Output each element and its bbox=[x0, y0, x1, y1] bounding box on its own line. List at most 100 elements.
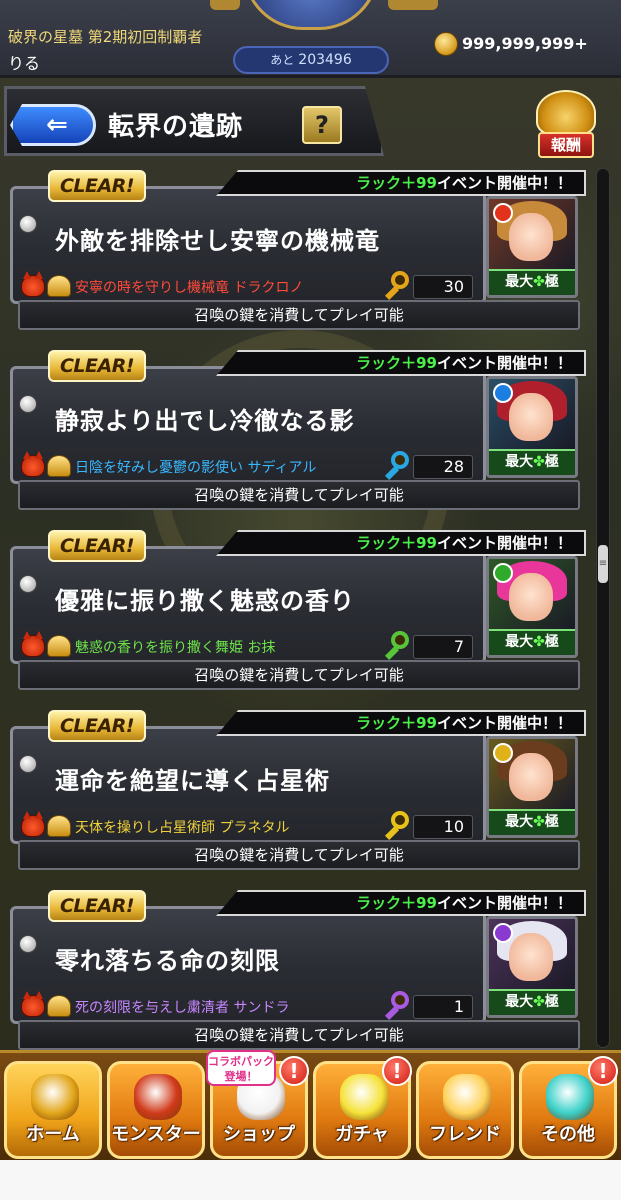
monster-icon bbox=[134, 1074, 182, 1120]
devil-icon bbox=[21, 811, 45, 837]
quest-title: 運命を絶望に導く占星術 bbox=[55, 766, 330, 795]
event-label: イベント開催中！！ bbox=[436, 174, 572, 192]
key-icon bbox=[383, 271, 409, 301]
quest-card[interactable]: 運命を絶望に導く占星術 天体を操りし占星術師 プラネタル 10 bbox=[10, 726, 486, 844]
collab-pack-tag: コラボパック 登場！ bbox=[206, 1050, 276, 1086]
monster-thumbnail[interactable]: 最大✤極 bbox=[486, 736, 578, 838]
max-suffix: 極 bbox=[544, 274, 559, 290]
quest-item[interactable]: 外敵を排除せし安寧の機械竜 安寧の時を守りし機械竜 ドラクロノ 30 CLEAR… bbox=[10, 168, 588, 338]
boss-row: 日陰を好みし憂鬱の影使い サディアル 28 bbox=[21, 451, 481, 481]
quest-item[interactable]: 静寂より出でし冷徹なる影 日陰を好みし憂鬱の影使い サディアル 28 CLEAR… bbox=[10, 348, 588, 518]
rank-orb[interactable]: 1564 bbox=[243, 0, 379, 30]
play-condition-bar: 召喚の鍵を消費してプレイ可能 bbox=[18, 1020, 580, 1050]
clover-icon: ✤ bbox=[533, 274, 545, 290]
luck-bonus-label: ラック＋99 bbox=[356, 354, 437, 372]
nav-item-friend[interactable]: フレンド bbox=[416, 1061, 514, 1159]
exp-value: 203496 bbox=[298, 52, 352, 68]
quest-title: 優雅に振り撒く魅惑の香り bbox=[55, 586, 355, 615]
clear-badge: CLEAR! bbox=[48, 530, 146, 562]
play-condition-bar: 召喚の鍵を消費してプレイ可能 bbox=[18, 480, 580, 510]
exp-remaining: あと 203496 bbox=[233, 46, 389, 74]
scrollbar-thumb[interactable]: ≡ bbox=[598, 545, 608, 583]
back-button[interactable]: ⇐ bbox=[10, 104, 96, 146]
luck-bonus-label: ラック＋99 bbox=[356, 894, 437, 912]
reward-button[interactable]: 報酬 bbox=[528, 90, 604, 164]
status-decoration bbox=[210, 0, 240, 10]
clover-icon: ✤ bbox=[533, 994, 545, 1010]
clear-badge: CLEAR! bbox=[48, 890, 146, 922]
event-banner: ラック＋99イベント開催中！！ bbox=[216, 530, 586, 556]
scrollbar-track[interactable] bbox=[596, 168, 610, 1048]
key-count: 7 bbox=[413, 635, 473, 659]
element-icon bbox=[493, 203, 513, 223]
quest-card[interactable]: 零れ落ちる命の刻限 死の刻限を与えし粛清者 サンドラ 1 bbox=[10, 906, 486, 1024]
event-label: イベント開催中！！ bbox=[436, 354, 572, 372]
quest-card[interactable]: 外敵を排除せし安寧の機械竜 安寧の時を守りし機械竜 ドラクロノ 30 bbox=[10, 186, 486, 304]
boss-name: 日陰を好みし憂鬱の影使い サディアル bbox=[75, 460, 317, 476]
max-luck-label: 最大✤極 bbox=[489, 269, 575, 295]
max-luck-label: 最大✤極 bbox=[489, 809, 575, 835]
luck-bonus-label: ラック＋99 bbox=[356, 534, 437, 552]
quest-item[interactable]: 運命を絶望に導く占星術 天体を操りし占星術師 プラネタル 10 CLEAR! ラ… bbox=[10, 708, 588, 878]
other-icon bbox=[546, 1074, 594, 1120]
max-suffix: 極 bbox=[544, 994, 559, 1010]
clear-badge: CLEAR! bbox=[48, 170, 146, 202]
max-text: 最大 bbox=[505, 994, 534, 1010]
boss-name: 安寧の時を守りし機械竜 ドラクロノ bbox=[75, 280, 304, 296]
back-arrow-icon: ⇐ bbox=[46, 110, 68, 140]
play-condition-bar: 召喚の鍵を消費してプレイ可能 bbox=[18, 840, 580, 870]
friend-icon bbox=[443, 1074, 491, 1120]
boss-name: 天体を操りし占星術師 プラネタル bbox=[75, 820, 290, 836]
chest-icon bbox=[47, 455, 71, 477]
play-condition-bar: 召喚の鍵を消費してプレイ可能 bbox=[18, 660, 580, 690]
clover-icon: ✤ bbox=[533, 454, 545, 470]
alert-icon: ! bbox=[279, 1056, 309, 1086]
alert-icon: ! bbox=[588, 1056, 618, 1086]
key-icon bbox=[383, 991, 409, 1021]
key-count: 30 bbox=[413, 275, 473, 299]
quest-title: 静寂より出でし冷徹なる影 bbox=[55, 406, 355, 435]
nav-label: ショップ bbox=[223, 1124, 295, 1145]
nav-item-home[interactable]: ホーム bbox=[4, 1061, 102, 1159]
quest-item[interactable]: 優雅に振り撒く魅惑の香り 魅惑の香りを振り撒く舞姫 お抹 7 CLEAR! ラッ… bbox=[10, 528, 588, 698]
monster-thumbnail[interactable]: 最大✤極 bbox=[486, 196, 578, 298]
key-icon bbox=[383, 631, 409, 661]
monster-thumbnail[interactable]: 最大✤極 bbox=[486, 556, 578, 658]
quest-card[interactable]: 優雅に振り撒く魅惑の香り 魅惑の香りを振り撒く舞姫 お抹 7 bbox=[10, 546, 486, 664]
chest-icon bbox=[47, 635, 71, 657]
play-condition-bar: 召喚の鍵を消費してプレイ可能 bbox=[18, 300, 580, 330]
max-suffix: 極 bbox=[544, 634, 559, 650]
max-luck-label: 最大✤極 bbox=[489, 449, 575, 475]
devil-icon bbox=[21, 271, 45, 297]
alert-icon: ! bbox=[382, 1056, 412, 1086]
event-label: イベント開催中！！ bbox=[436, 894, 572, 912]
event-banner: ラック＋99イベント開催中！！ bbox=[216, 350, 586, 376]
element-icon bbox=[493, 923, 513, 943]
dragon-emblem-icon bbox=[536, 90, 596, 136]
nav-item-other[interactable]: その他 ! bbox=[519, 1056, 618, 1159]
clear-badge: CLEAR! bbox=[48, 350, 146, 382]
boss-row: 天体を操りし占星術師 プラネタル 10 bbox=[21, 811, 481, 841]
card-pin-icon bbox=[19, 575, 37, 593]
clover-icon: ✤ bbox=[533, 634, 545, 650]
monster-thumbnail[interactable]: 最大✤極 bbox=[486, 916, 578, 1018]
coin-amount: 999,999,999+ bbox=[462, 34, 588, 53]
chest-icon bbox=[47, 275, 71, 297]
max-text: 最大 bbox=[505, 634, 534, 650]
exp-label: あと bbox=[270, 53, 295, 67]
clover-icon: ✤ bbox=[533, 814, 545, 830]
quest-item[interactable]: 零れ落ちる命の刻限 死の刻限を与えし粛清者 サンドラ 1 CLEAR! ラック＋… bbox=[10, 888, 588, 1058]
rank-title: 破界の星墓 第2期初回制覇者 bbox=[8, 28, 203, 46]
nav-label: その他 bbox=[541, 1124, 595, 1145]
quest-title: 外敵を排除せし安寧の機械竜 bbox=[55, 226, 380, 255]
status-decoration bbox=[388, 0, 438, 10]
nav-item-gacha[interactable]: ガチャ ! bbox=[313, 1056, 412, 1159]
nav-item-monster[interactable]: モンスター bbox=[107, 1061, 205, 1159]
help-button[interactable]: ? bbox=[302, 106, 342, 144]
clear-badge: CLEAR! bbox=[48, 710, 146, 742]
quest-card[interactable]: 静寂より出でし冷徹なる影 日陰を好みし憂鬱の影使い サディアル 28 bbox=[10, 366, 486, 484]
key-count: 10 bbox=[413, 815, 473, 839]
quest-list[interactable]: 外敵を排除せし安寧の機械竜 安寧の時を守りし機械竜 ドラクロノ 30 CLEAR… bbox=[0, 168, 600, 1050]
monster-thumbnail[interactable]: 最大✤極 bbox=[486, 376, 578, 478]
nav-label: モンスター bbox=[111, 1124, 201, 1145]
